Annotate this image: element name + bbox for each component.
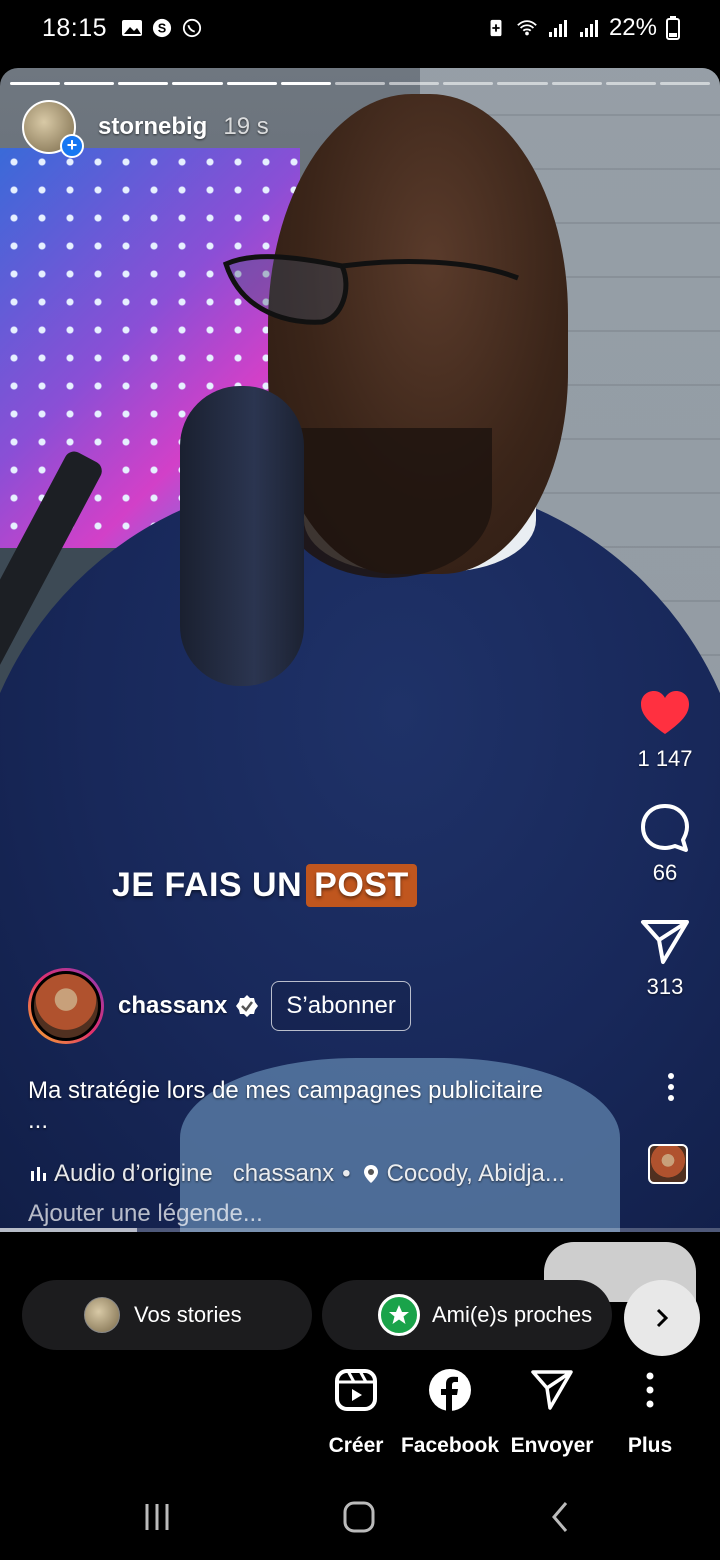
star-icon bbox=[378, 1294, 420, 1336]
battery-saver-icon bbox=[490, 19, 502, 37]
story-viewer[interactable]: + stornebig 19 s JE FAIS UN POST 1 147 6… bbox=[0, 68, 720, 1232]
share-create-label: Créer bbox=[328, 1434, 384, 1457]
reel-actions: 1 147 66 313 bbox=[630, 688, 700, 1030]
close-friends-label: Ami(e)s proches bbox=[432, 1302, 593, 1327]
back-icon[interactable] bbox=[544, 1500, 578, 1534]
battery-percent: 22% bbox=[608, 14, 657, 41]
signal-icon-1 bbox=[548, 20, 567, 37]
overlay-text-highlight: POST bbox=[306, 864, 417, 907]
whatsapp-icon bbox=[182, 18, 202, 38]
system-navigation-bar bbox=[0, 1472, 720, 1560]
reels-icon bbox=[335, 1369, 377, 1411]
share-create[interactable]: Créer bbox=[304, 1368, 408, 1458]
recent-apps-icon[interactable] bbox=[140, 1500, 174, 1534]
reel-thumbnail[interactable] bbox=[648, 1144, 688, 1184]
location-pin-icon bbox=[363, 1165, 378, 1183]
verified-badge-icon bbox=[236, 995, 259, 1017]
video-overlay-text: JE FAIS UN POST bbox=[112, 864, 417, 907]
reel-author-avatar[interactable] bbox=[28, 968, 104, 1044]
send-icon[interactable] bbox=[639, 916, 691, 968]
chevron-right-icon bbox=[656, 1308, 669, 1328]
share-more-label: Plus bbox=[627, 1434, 673, 1457]
person-beard bbox=[282, 428, 492, 578]
more-icon bbox=[646, 1372, 654, 1408]
home-icon[interactable] bbox=[342, 1500, 376, 1534]
svg-text:S: S bbox=[158, 21, 166, 36]
caption-text: Ma stratégie lors de mes campagnes publi… bbox=[28, 1077, 543, 1104]
add-story-icon[interactable]: + bbox=[60, 134, 84, 158]
comment-icon[interactable] bbox=[639, 802, 691, 854]
battery-icon bbox=[666, 16, 680, 40]
share-send[interactable]: Envoyer bbox=[500, 1368, 604, 1458]
share-facebook-label: Facebook bbox=[400, 1434, 500, 1457]
caption-more[interactable]: ... bbox=[28, 1106, 628, 1136]
your-avatar bbox=[84, 1297, 120, 1333]
audio-author[interactable]: chassanx bbox=[233, 1160, 334, 1188]
share-panel: Vos stories Ami(e)s proches Créer Facebo… bbox=[0, 1232, 720, 1472]
more-options-icon[interactable] bbox=[666, 1072, 676, 1102]
shares-count: 313 bbox=[646, 974, 684, 999]
status-bar: 18:15 S 22% bbox=[0, 0, 720, 56]
signal-icon-2 bbox=[579, 20, 598, 37]
send-icon bbox=[531, 1370, 573, 1410]
story-progress-segments bbox=[10, 82, 711, 86]
follow-button[interactable]: S’abonner bbox=[271, 981, 411, 1031]
your-stories-label: Vos stories bbox=[134, 1302, 242, 1327]
gallery-icon bbox=[122, 20, 143, 36]
facebook-icon bbox=[429, 1369, 471, 1412]
wifi-icon bbox=[517, 20, 537, 36]
comments-count: 66 bbox=[652, 860, 678, 885]
audio-row[interactable]: Audio d’origine chassanx • Cocody, Abidj… bbox=[30, 1160, 630, 1188]
audio-bars-icon bbox=[31, 1167, 46, 1181]
share-options-row: Créer Facebook Envoyer Plus bbox=[0, 1368, 720, 1468]
clock: 18:15 bbox=[42, 13, 108, 42]
audio-label[interactable]: Audio d’origine bbox=[54, 1160, 213, 1188]
your-stories-button[interactable]: Vos stories bbox=[22, 1280, 312, 1350]
location-label[interactable]: Cocody, Abidja... bbox=[387, 1160, 565, 1188]
reel-caption[interactable]: Ma stratégie lors de mes campagnes publi… bbox=[28, 1076, 628, 1136]
next-button[interactable] bbox=[624, 1280, 700, 1356]
likes-count: 1 147 bbox=[637, 746, 693, 771]
add-caption-input[interactable]: Ajouter une légende... bbox=[28, 1200, 263, 1228]
share-facebook[interactable]: Facebook bbox=[398, 1368, 502, 1458]
separator: • bbox=[342, 1160, 351, 1187]
story-age: 19 s bbox=[223, 113, 269, 140]
reel-author: chassanx S’abonner bbox=[28, 968, 411, 1044]
story-author[interactable]: + stornebig 19 s bbox=[22, 100, 269, 158]
author-username[interactable]: stornebig bbox=[98, 113, 207, 141]
close-friends-button[interactable]: Ami(e)s proches bbox=[322, 1280, 612, 1350]
heart-icon[interactable] bbox=[639, 688, 691, 740]
author-avatar[interactable]: + bbox=[22, 100, 84, 158]
s-app-icon: S bbox=[152, 18, 172, 38]
share-more[interactable]: Plus bbox=[598, 1368, 702, 1458]
reel-author-username[interactable]: chassanx bbox=[118, 992, 227, 1020]
overlay-text-main: JE FAIS UN bbox=[112, 866, 303, 904]
person-glasses bbox=[222, 254, 519, 325]
microphone bbox=[180, 386, 304, 686]
share-send-label: Envoyer bbox=[510, 1434, 594, 1457]
